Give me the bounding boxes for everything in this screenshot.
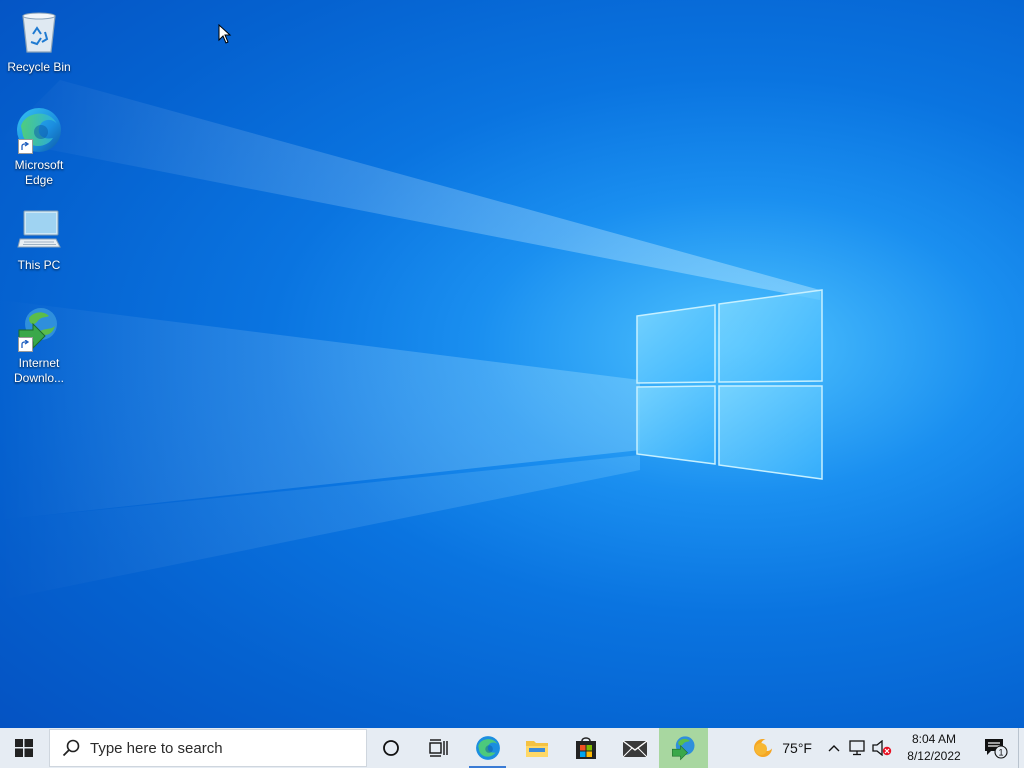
notification-count: 1 <box>998 747 1003 757</box>
mouse-cursor-icon <box>218 24 232 44</box>
edge-icon <box>15 106 63 154</box>
cortana-circle-icon <box>383 740 399 756</box>
internet-download-manager-icon <box>671 736 694 761</box>
taskbar-app-microsoft-store[interactable] <box>561 728 610 768</box>
show-hidden-icons-button[interactable] <box>822 728 846 768</box>
task-view-button[interactable] <box>415 728 463 768</box>
wallpaper-light-beams <box>0 80 820 600</box>
desktop-icon-label: Internet Downlo... <box>13 356 65 385</box>
taskbar-app-internet-download-manager[interactable] <box>659 728 708 768</box>
shortcut-arrow-icon <box>18 139 33 154</box>
clock[interactable]: 8:04 AM 8/12/2022 <box>894 731 974 765</box>
volume-muted-icon <box>872 740 892 756</box>
desktop-icon-microsoft-edge[interactable]: Microsoft Edge <box>4 106 74 188</box>
network-button[interactable] <box>846 728 870 768</box>
task-view-icon <box>429 739 448 757</box>
windows-wallpaper-logo-icon <box>636 289 823 480</box>
notification-icon: 1 <box>985 739 1008 759</box>
start-button[interactable] <box>0 728 48 768</box>
chevron-up-icon <box>828 745 840 752</box>
mail-icon <box>622 740 647 758</box>
desktop-icon-label: This PC <box>17 258 61 272</box>
desktop-icon-this-pc[interactable]: This PC <box>4 206 74 273</box>
windows-start-icon <box>15 739 33 757</box>
desktop-icon-label: Microsoft Edge <box>14 158 64 187</box>
recycle-bin-icon <box>15 8 63 56</box>
weather-sun-icon <box>754 739 774 757</box>
edge-icon <box>475 736 500 760</box>
weather-widget[interactable]: 75°F <box>740 728 822 768</box>
shortcut-arrow-icon <box>18 337 33 352</box>
search-icon <box>62 739 80 757</box>
taskbar-app-mail[interactable] <box>610 728 659 768</box>
show-desktop-button[interactable] <box>1018 728 1024 768</box>
desktop-icon-label: Recycle Bin <box>7 60 71 74</box>
action-center-button[interactable]: 1 <box>974 728 1018 768</box>
clock-date: 8/12/2022 <box>907 749 961 763</box>
taskbar-app-file-explorer[interactable] <box>512 728 561 768</box>
volume-button[interactable] <box>870 728 894 768</box>
folder-icon <box>525 741 548 757</box>
desktop-icon-internet-download-manager[interactable]: Internet Downlo... <box>4 304 74 386</box>
desktop-icon-recycle-bin[interactable]: Recycle Bin <box>4 8 74 75</box>
search-box[interactable]: Type here to search <box>49 729 367 767</box>
cortana-button[interactable] <box>367 728 415 768</box>
search-placeholder: Type here to search <box>90 739 223 757</box>
system-tray: 75°F 8:04 AM 8/12/2022 1 <box>740 728 1024 768</box>
taskbar-app-edge[interactable] <box>463 728 512 768</box>
clock-time: 8:04 AM <box>911 732 957 746</box>
store-icon <box>575 737 596 759</box>
this-pc-icon <box>15 206 63 254</box>
desktop[interactable]: Recycle Bin Microsoft Edge This PC Inter… <box>0 0 1024 728</box>
weather-temp: 75°F <box>782 740 812 756</box>
internet-download-manager-icon <box>15 304 63 352</box>
taskbar: Type here to search 75°F 8:04 AM 8/12/20… <box>0 728 1024 768</box>
network-icon <box>849 740 865 756</box>
